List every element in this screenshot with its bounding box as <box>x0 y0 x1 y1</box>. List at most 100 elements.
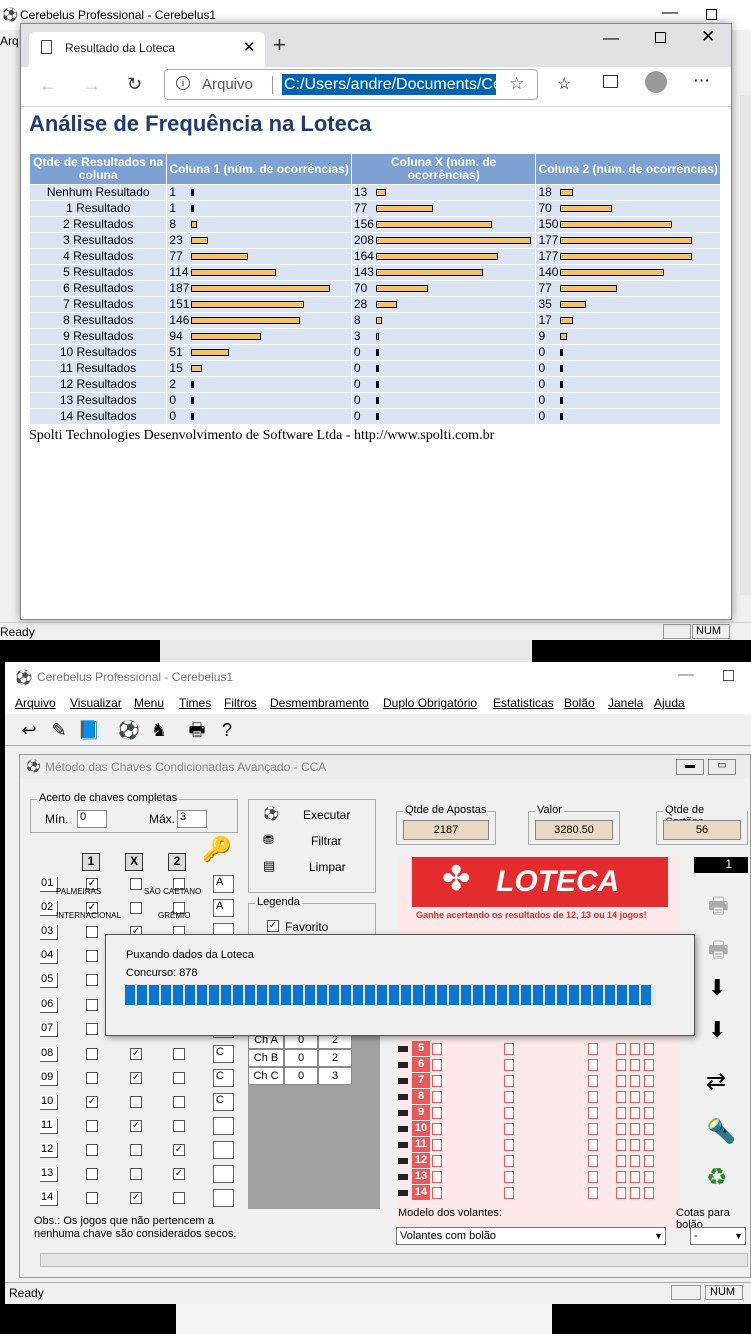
bet-box[interactable] <box>616 1139 626 1151</box>
bet-box[interactable] <box>588 1043 598 1055</box>
cotas-select[interactable]: - ▼ <box>690 1227 746 1245</box>
result-checkbox[interactable] <box>86 1168 98 1180</box>
bet-box[interactable] <box>644 1139 654 1151</box>
info-icon[interactable]: i <box>176 76 190 90</box>
result-checkbox[interactable] <box>86 926 98 938</box>
menu-item-menu[interactable]: Menu <box>134 696 164 710</box>
bet-box[interactable] <box>588 1091 598 1103</box>
bet-box[interactable] <box>588 1059 598 1071</box>
refresh-icon[interactable]: ↻ <box>127 74 142 95</box>
result-checkbox[interactable]: ✓ <box>173 1168 185 1180</box>
minimize-icon[interactable]: — <box>678 666 694 684</box>
menu-item-janela[interactable]: Janela <box>608 696 643 710</box>
address-bar[interactable]: i Arquivo C:/Users/andre/Documents/Ce ☆ <box>164 69 538 100</box>
maximize-icon[interactable] <box>655 32 666 43</box>
bet-box[interactable] <box>644 1043 654 1055</box>
menu-item-ajuda[interactable]: Ajuda <box>654 696 685 710</box>
key-input[interactable]: C <box>213 1093 234 1111</box>
bet-box[interactable] <box>630 1171 640 1183</box>
bet-box[interactable] <box>644 1187 654 1199</box>
minimize-icon[interactable]: — <box>603 30 619 48</box>
forward-icon[interactable]: → <box>83 75 101 96</box>
back-arrow-icon[interactable]: ↩ <box>17 718 41 742</box>
result-checkbox[interactable] <box>130 1144 142 1156</box>
bet-box[interactable] <box>432 1155 442 1167</box>
result-checkbox[interactable] <box>173 1192 185 1204</box>
result-checkbox[interactable] <box>86 1023 98 1035</box>
result-checkbox[interactable] <box>86 1192 98 1204</box>
result-checkbox[interactable] <box>86 1144 98 1156</box>
result-checkbox[interactable] <box>173 1072 185 1084</box>
result-checkbox[interactable] <box>173 1048 185 1060</box>
bet-box[interactable] <box>504 1043 514 1055</box>
bet-box[interactable] <box>644 1059 654 1071</box>
bet-box[interactable] <box>504 1155 514 1167</box>
profile-avatar[interactable] <box>645 71 667 93</box>
bet-box[interactable] <box>504 1187 514 1199</box>
bet-box[interactable] <box>432 1139 442 1151</box>
favorite-star-icon[interactable]: ☆ <box>509 74 524 94</box>
bet-box[interactable] <box>588 1187 598 1199</box>
more-options-icon[interactable]: ⋯ <box>693 71 710 91</box>
bet-box[interactable] <box>588 1139 598 1151</box>
favorito-checkbox[interactable]: ✓ <box>267 920 279 932</box>
collections-icon[interactable] <box>603 75 618 88</box>
minimize-icon[interactable]: — <box>662 4 678 22</box>
menu-item-duploobrigatrio[interactable]: Duplo Obrigatório <box>383 696 477 710</box>
player-icon[interactable]: ♞ <box>147 718 171 742</box>
bet-box[interactable] <box>432 1187 442 1199</box>
inner-restore-icon[interactable]: ▭ <box>708 759 736 775</box>
download-icon[interactable]: ⬇ <box>708 975 726 1001</box>
executar-button[interactable]: Executar <box>303 808 350 822</box>
bet-box[interactable] <box>504 1091 514 1103</box>
result-checkbox[interactable] <box>130 1168 142 1180</box>
menu-item-filtros[interactable]: Filtros <box>224 696 257 710</box>
bet-box[interactable] <box>616 1107 626 1119</box>
bet-box[interactable] <box>504 1059 514 1071</box>
key-input[interactable]: C <box>213 1045 234 1063</box>
maximize-icon[interactable] <box>706 9 717 20</box>
browser-tab[interactable]: Resultado da Loteca ✕ <box>29 32 265 67</box>
bet-box[interactable] <box>432 1123 442 1135</box>
result-checkbox[interactable] <box>173 1096 185 1108</box>
pencil-icon[interactable]: ✎ <box>47 718 71 742</box>
key-input[interactable] <box>213 1165 234 1183</box>
menu-item-arquivo[interactable]: Arquivo <box>15 696 56 710</box>
key-input[interactable] <box>213 1189 234 1207</box>
result-checkbox[interactable]: ✓ <box>86 1096 98 1108</box>
bet-box[interactable] <box>644 1075 654 1087</box>
favorites-icon[interactable]: ☆ <box>557 74 571 94</box>
bet-box[interactable] <box>630 1043 640 1055</box>
key-input[interactable]: C <box>213 1069 234 1087</box>
bet-box[interactable] <box>630 1075 640 1087</box>
help-icon[interactable]: ? <box>215 718 239 742</box>
print-card-icon[interactable]: 🖶 <box>708 889 729 927</box>
key-input[interactable] <box>213 1141 234 1159</box>
menu-item-bolo[interactable]: Bolão <box>564 696 595 710</box>
top-app-scrollbar[interactable] <box>740 95 751 595</box>
bet-box[interactable] <box>432 1171 442 1183</box>
bet-box[interactable] <box>616 1171 626 1183</box>
bet-box[interactable] <box>432 1091 442 1103</box>
bet-box[interactable] <box>616 1155 626 1167</box>
bet-box[interactable] <box>630 1139 640 1151</box>
bet-box[interactable] <box>432 1075 442 1087</box>
bet-box[interactable] <box>504 1123 514 1135</box>
key-input[interactable] <box>213 1117 234 1135</box>
result-checkbox[interactable] <box>86 950 98 962</box>
bet-box[interactable] <box>432 1107 442 1119</box>
bet-box[interactable] <box>616 1075 626 1087</box>
book-icon[interactable]: 📘 <box>77 718 101 742</box>
horizontal-scrollbar[interactable] <box>40 1253 748 1267</box>
result-checkbox[interactable]: ✓ <box>130 1120 142 1132</box>
bet-box[interactable] <box>504 1075 514 1087</box>
filtrar-button[interactable]: Filtrar <box>311 834 342 848</box>
bet-box[interactable] <box>616 1187 626 1199</box>
bet-box[interactable] <box>630 1091 640 1103</box>
menu-item-desmembramento[interactable]: Desmembramento <box>270 696 369 710</box>
result-checkbox[interactable] <box>86 1120 98 1132</box>
maximize-icon[interactable] <box>723 670 734 681</box>
modelo-select[interactable]: Volantes com bolão ▼ <box>396 1227 666 1245</box>
export-icon[interactable]: ⇄ <box>706 1067 726 1096</box>
menu-item-estatisticas[interactable]: Estatisticas <box>493 696 554 710</box>
